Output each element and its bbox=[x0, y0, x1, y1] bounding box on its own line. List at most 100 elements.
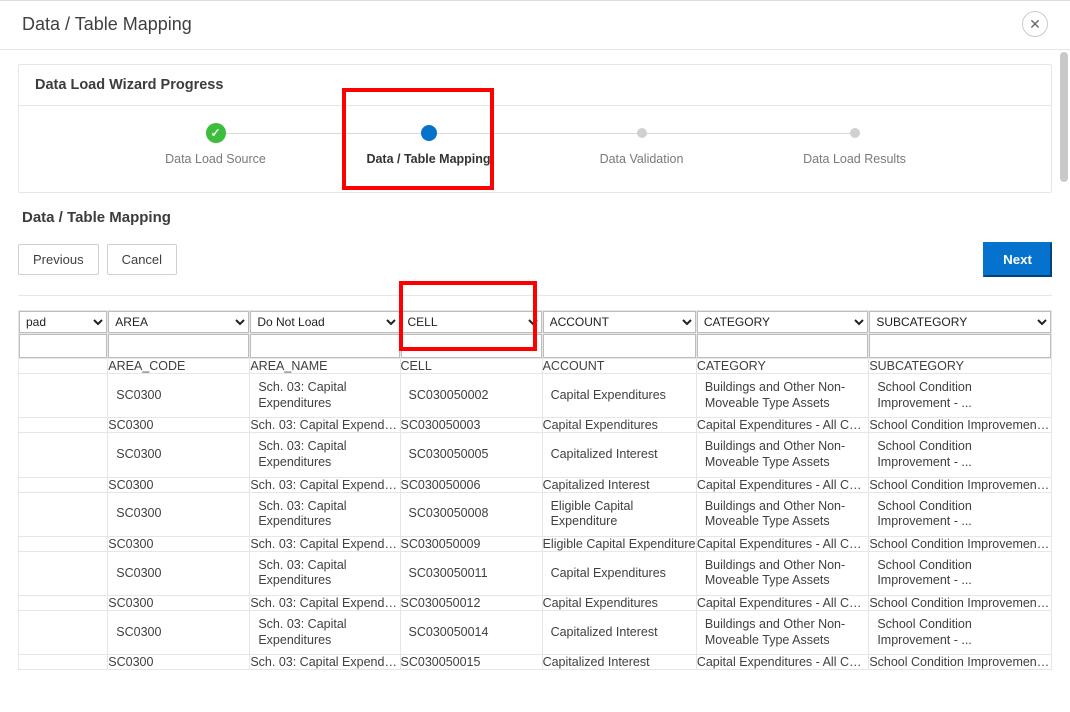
row-blank bbox=[19, 611, 108, 655]
step-label: Data Load Source bbox=[165, 152, 266, 166]
col-map-select-category[interactable]: CATEGORY bbox=[697, 311, 869, 333]
filter-input-area[interactable] bbox=[108, 334, 249, 358]
dialog-title-bar: Data / Table Mapping ✕ bbox=[0, 0, 1070, 50]
filter-input-account[interactable] bbox=[543, 334, 696, 358]
row-area-code: SC0300 bbox=[108, 492, 250, 536]
row-category: Capital Expenditures - All Categori... bbox=[696, 418, 869, 433]
row-area-name: Sch. 03: Capital Expenditures bbox=[250, 492, 400, 536]
table-row[interactable]: SC0300Sch. 03: Capital ExpendituresSC030… bbox=[19, 611, 1052, 655]
row-category: Capital Expenditures - All Categori... bbox=[696, 596, 869, 611]
table-row[interactable]: SC0300Sch. 03: Capital ExpendituresSC030… bbox=[19, 551, 1052, 595]
row-cell: SC030050005 bbox=[400, 433, 542, 477]
step-data-load-results: Data Load Results bbox=[748, 128, 961, 166]
row-area-code: SC0300 bbox=[108, 551, 250, 595]
row-cell: SC030050014 bbox=[400, 611, 542, 655]
row-area-name: Sch. 03: Capital Expenditures bbox=[250, 433, 400, 477]
row-area-name: Sch. 03: Capital Expenditures bbox=[250, 374, 400, 418]
table-row[interactable]: SC0300Sch. 03: Capital ExpendituresSC030… bbox=[19, 477, 1052, 492]
close-icon: ✕ bbox=[1029, 16, 1041, 33]
filter-input-0[interactable] bbox=[19, 334, 107, 358]
dialog-title: Data / Table Mapping bbox=[22, 14, 192, 35]
pending-step-icon bbox=[850, 128, 860, 138]
col-label-category: CATEGORY bbox=[696, 359, 869, 374]
row-category: Buildings and Other Non-Moveable Type As… bbox=[696, 611, 869, 655]
table-row[interactable]: SC0300Sch. 03: Capital ExpendituresSC030… bbox=[19, 492, 1052, 536]
column-label-row: AREA_CODE AREA_NAME CELL ACCOUNT CATEGOR… bbox=[19, 359, 1052, 374]
row-account: Eligible Capital Expenditure bbox=[542, 536, 696, 551]
col-label bbox=[19, 359, 108, 374]
row-cell: SC030050015 bbox=[400, 655, 542, 670]
row-subcategory: School Condition Improvement - ... bbox=[869, 418, 1052, 433]
row-category: Buildings and Other Non-Moveable Type As… bbox=[696, 492, 869, 536]
row-blank bbox=[19, 374, 108, 418]
next-button[interactable]: Next bbox=[983, 242, 1052, 277]
row-blank bbox=[19, 477, 108, 492]
row-area-name: Sch. 03: Capital Expenditures bbox=[250, 596, 400, 611]
table-row[interactable]: SC0300Sch. 03: Capital ExpendituresSC030… bbox=[19, 433, 1052, 477]
row-area-name: Sch. 03: Capital Expenditures bbox=[250, 655, 400, 670]
row-cell: SC030050012 bbox=[400, 596, 542, 611]
row-area-name: Sch. 03: Capital Expenditures bbox=[250, 418, 400, 433]
row-area-code: SC0300 bbox=[108, 596, 250, 611]
filter-input-areaname[interactable] bbox=[250, 334, 399, 358]
row-category: Capital Expenditures - All Categori... bbox=[696, 536, 869, 551]
row-cell: SC030050011 bbox=[400, 551, 542, 595]
col-map-select-0[interactable]: pad bbox=[19, 311, 107, 333]
row-cell: SC030050006 bbox=[400, 477, 542, 492]
table-row[interactable]: SC0300Sch. 03: Capital ExpendituresSC030… bbox=[19, 374, 1052, 418]
row-blank bbox=[19, 551, 108, 595]
col-label-area-code: AREA_CODE bbox=[108, 359, 250, 374]
step-label: Data Validation bbox=[600, 152, 684, 166]
row-area-code: SC0300 bbox=[108, 611, 250, 655]
row-subcategory: School Condition Improvement - ... bbox=[869, 433, 1052, 477]
step-label: Data Load Results bbox=[803, 152, 906, 166]
row-cell: SC030050003 bbox=[400, 418, 542, 433]
row-account: Capitalized Interest bbox=[542, 477, 696, 492]
row-category: Capital Expenditures - All Categori... bbox=[696, 477, 869, 492]
col-map-select-donotload[interactable]: Do Not Load bbox=[250, 311, 399, 333]
row-subcategory: School Condition Improvement - ... bbox=[869, 536, 1052, 551]
pending-step-icon bbox=[637, 128, 647, 138]
row-category: Capital Expenditures - All Categori... bbox=[696, 655, 869, 670]
row-area-code: SC0300 bbox=[108, 374, 250, 418]
col-map-select-cell[interactable]: CELL bbox=[401, 311, 542, 333]
mapping-table-wrap: pad AREA Do Not Load CELL ACCOUNT CATEGO… bbox=[18, 310, 1052, 670]
row-area-code: SC0300 bbox=[108, 477, 250, 492]
wizard-progress-title: Data Load Wizard Progress bbox=[19, 65, 1051, 106]
row-category: Buildings and Other Non-Moveable Type As… bbox=[696, 374, 869, 418]
row-area-name: Sch. 03: Capital Expenditures bbox=[250, 611, 400, 655]
table-row[interactable]: SC0300Sch. 03: Capital ExpendituresSC030… bbox=[19, 655, 1052, 670]
button-row: Previous Cancel Next bbox=[18, 232, 1052, 296]
filter-input-cell[interactable] bbox=[401, 334, 542, 358]
filter-input-subcategory[interactable] bbox=[869, 334, 1051, 358]
row-area-code: SC0300 bbox=[108, 655, 250, 670]
close-button[interactable]: ✕ bbox=[1022, 11, 1048, 37]
col-label-subcategory: SUBCATEGORY bbox=[869, 359, 1052, 374]
row-area-code: SC0300 bbox=[108, 433, 250, 477]
row-account: Capital Expenditures bbox=[542, 551, 696, 595]
row-blank bbox=[19, 655, 108, 670]
wizard-progress-steps: Data Load Source Data / Table Mapping Da… bbox=[19, 106, 1051, 192]
col-map-select-account[interactable]: ACCOUNT bbox=[543, 311, 696, 333]
table-row[interactable]: SC0300Sch. 03: Capital ExpendituresSC030… bbox=[19, 596, 1052, 611]
row-area-code: SC0300 bbox=[108, 536, 250, 551]
row-subcategory: School Condition Improvement - ... bbox=[869, 374, 1052, 418]
row-cell: SC030050009 bbox=[400, 536, 542, 551]
row-cell: SC030050002 bbox=[400, 374, 542, 418]
table-row[interactable]: SC0300Sch. 03: Capital ExpendituresSC030… bbox=[19, 536, 1052, 551]
row-category: Buildings and Other Non-Moveable Type As… bbox=[696, 433, 869, 477]
row-account: Eligible Capital Expenditure bbox=[542, 492, 696, 536]
cancel-button[interactable]: Cancel bbox=[107, 244, 177, 275]
col-map-select-area[interactable]: AREA bbox=[108, 311, 249, 333]
check-icon bbox=[206, 123, 226, 143]
table-row[interactable]: SC0300Sch. 03: Capital ExpendituresSC030… bbox=[19, 418, 1052, 433]
column-map-select-row: pad AREA Do Not Load CELL ACCOUNT CATEGO… bbox=[19, 311, 1052, 334]
filter-input-category[interactable] bbox=[697, 334, 869, 358]
col-map-select-subcategory[interactable]: SUBCATEGORY bbox=[869, 311, 1051, 333]
col-label-area-name: AREA_NAME bbox=[250, 359, 400, 374]
page-scrollbar-thumb[interactable] bbox=[1060, 52, 1068, 182]
row-account: Capitalized Interest bbox=[542, 655, 696, 670]
row-account: Capital Expenditures bbox=[542, 374, 696, 418]
row-area-name: Sch. 03: Capital Expenditures bbox=[250, 536, 400, 551]
previous-button[interactable]: Previous bbox=[18, 244, 99, 275]
